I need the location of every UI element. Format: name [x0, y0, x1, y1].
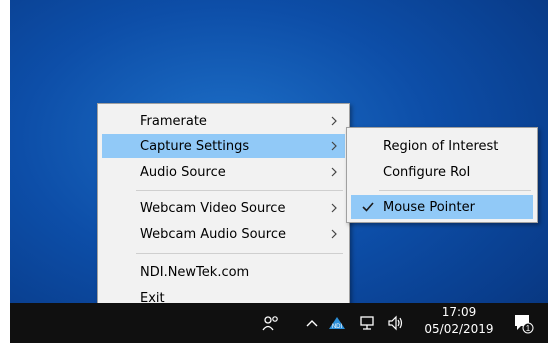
menu-item-ndi-website[interactable]: NDI.NewTek.com [102, 260, 345, 284]
system-clock[interactable]: 17:09 05/02/2019 [412, 304, 506, 342]
ndi-tray-icon[interactable]: NDI [326, 303, 348, 343]
menu-item-framerate[interactable]: Framerate [102, 109, 345, 133]
menu-separator [136, 253, 343, 254]
checkmark-icon [362, 202, 374, 212]
chevron-up-icon[interactable] [302, 303, 322, 343]
submenu-item-region-of-interest[interactable]: Region of Interest [351, 134, 533, 158]
notification-count: 1 [526, 324, 531, 333]
clock-time: 17:09 [441, 305, 477, 319]
ndi-icon-text: NDI [332, 324, 343, 330]
chevron-right-icon [331, 116, 337, 126]
ndi-context-menu: Framerate Capture Settings Audio Source … [97, 103, 350, 316]
submenu-item-mouse-pointer[interactable]: Mouse Pointer [351, 195, 533, 219]
chevron-right-icon [331, 167, 337, 177]
menu-separator [136, 190, 343, 191]
menu-item-webcam-audio-source[interactable]: Webcam Audio Source [102, 222, 345, 246]
chevron-right-icon [331, 141, 337, 151]
menu-item-audio-source[interactable]: Audio Source [102, 160, 345, 184]
menu-item-label: Framerate [140, 113, 207, 129]
people-icon[interactable] [258, 303, 284, 343]
notification-center-icon[interactable]: 1 [508, 303, 538, 343]
network-icon[interactable] [356, 303, 380, 343]
chevron-right-icon [331, 229, 337, 239]
submenu-item-label: Region of Interest [383, 138, 499, 154]
volume-icon[interactable] [384, 303, 408, 343]
submenu-item-label: Configure RoI [383, 164, 471, 180]
menu-item-label: Webcam Audio Source [140, 226, 286, 242]
menu-item-label: Capture Settings [140, 138, 250, 154]
capture-settings-submenu: Region of Interest Configure RoI Mouse P… [346, 127, 538, 223]
menu-item-label: NDI.NewTek.com [140, 264, 250, 280]
menu-item-label: Audio Source [140, 164, 226, 180]
clock-date: 05/02/2019 [424, 322, 494, 336]
submenu-item-configure-roi[interactable]: Configure RoI [351, 160, 533, 184]
menu-item-label: Webcam Video Source [140, 200, 286, 216]
menu-separator [379, 190, 531, 191]
menu-item-capture-settings[interactable]: Capture Settings [102, 134, 345, 158]
chevron-right-icon [331, 203, 337, 213]
submenu-item-label: Mouse Pointer [383, 199, 475, 215]
menu-item-webcam-video-source[interactable]: Webcam Video Source [102, 196, 345, 220]
